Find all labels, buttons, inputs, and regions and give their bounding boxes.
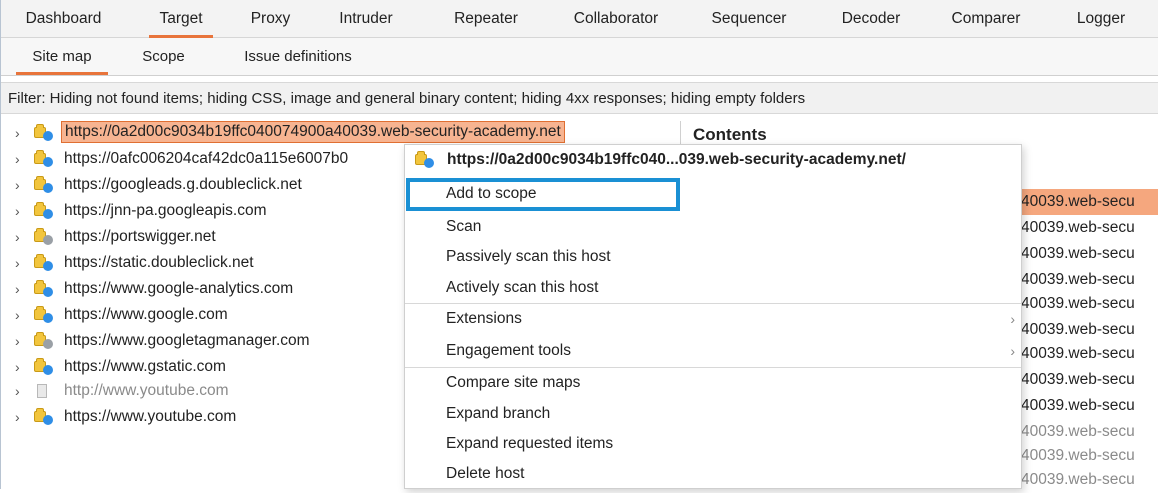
top-tab-bar: Dashboard Target Proxy Intruder Repeater… [1,0,1158,38]
folder-lock-icon [34,408,56,425]
folder-gray-icon [34,228,56,245]
contents-row[interactable]: 40039.web-secu [1021,291,1158,317]
folder-lock-icon [34,150,56,167]
menu-item-label: Expand branch [446,405,551,422]
tab-target[interactable]: Target [141,0,221,38]
chevron-right-icon[interactable]: › [15,174,25,196]
menu-item-delete-host[interactable]: Delete host [405,459,1021,489]
menu-item-compare-site-maps[interactable]: Compare site maps [405,368,1021,398]
menu-item-engagement-tools[interactable]: Engagement tools › [405,336,1021,366]
tab-issue-definitions[interactable]: Issue definitions [223,38,373,75]
contents-row[interactable]: 40039.web-secu [1021,467,1158,493]
tab-comparer[interactable]: Comparer [931,0,1041,38]
folder-lock-icon [34,176,56,193]
filter-bar[interactable]: Filter: Hiding not found items; hiding C… [1,82,1158,114]
folder-lock-icon [34,124,56,141]
tree-item-label: https://www.googletagmanager.com [64,332,310,349]
tree-item-label: https://static.doubleclick.net [64,254,254,271]
tree-item-label: http://www.youtube.com [64,382,229,399]
tab-sequencer[interactable]: Sequencer [694,0,804,38]
contents-row[interactable]: 40039.web-secu [1021,393,1158,419]
tab-dashboard[interactable]: Dashboard [11,0,116,38]
menu-item-expand-requested[interactable]: Expand requested items [405,429,1021,459]
menu-item-label: Engagement tools [446,342,571,359]
folder-lock-icon [34,358,56,375]
tree-item-label: https://portswigger.net [64,228,216,245]
tree-item-label: https://0a2d00c9034b19ffc040074900a40039… [61,121,565,143]
tab-logger[interactable]: Logger [1056,0,1146,38]
tree-item-label: https://www.google-analytics.com [64,280,294,297]
menu-item-label: Scan [446,218,482,235]
sub-tab-bar: Site map Scope Issue definitions [1,38,1158,76]
folder-lock-icon [34,254,56,271]
menu-item-label: Passively scan this host [446,248,611,265]
page-icon [34,383,56,399]
contents-row[interactable]: 40039.web-secu [1021,341,1158,367]
folder-lock-icon [34,306,56,323]
folder-gray-icon [34,332,56,349]
menu-item-label: Expand requested items [446,435,614,452]
contents-row[interactable]: 40039.web-secu [1021,419,1158,445]
chevron-right-icon[interactable]: › [15,122,25,144]
menu-item-label: Compare site maps [446,374,581,391]
tree-item-label: https://0afc006204caf42dc0a115e6007b0 [64,150,349,167]
chevron-right-icon[interactable]: › [15,406,25,428]
chevron-right-icon: › [1010,311,1015,327]
menu-item-label: Extensions [446,310,522,327]
contents-row[interactable]: 40039.web-secu [1021,241,1158,267]
chevron-right-icon[interactable]: › [15,380,25,402]
context-menu: https://0a2d00c9034b19ffc040...039.web-s… [404,144,1022,489]
tab-collaborator[interactable]: Collaborator [556,0,676,38]
menu-item-scan[interactable]: Scan [405,212,1021,242]
chevron-right-icon[interactable]: › [15,330,25,352]
focus-highlight [406,178,680,211]
chevron-right-icon[interactable]: › [15,226,25,248]
tree-item-label: https://www.gstatic.com [64,358,226,375]
contents-row[interactable]: 40039.web-secu [1021,267,1158,293]
menu-item-actively-scan[interactable]: Actively scan this host [405,273,1021,303]
menu-item-label: Delete host [446,465,525,482]
context-menu-header: https://0a2d00c9034b19ffc040...039.web-s… [405,145,1021,175]
contents-row[interactable]: 40039.web-secu [1021,189,1158,215]
tree-item-label: https://www.google.com [64,306,228,323]
tab-repeater[interactable]: Repeater [436,0,536,38]
chevron-right-icon[interactable]: › [15,252,25,274]
chevron-right-icon[interactable]: › [15,278,25,300]
menu-item-label: Actively scan this host [446,279,599,296]
context-menu-host: https://0a2d00c9034b19ffc040...039.web-s… [447,151,906,168]
chevron-right-icon[interactable]: › [15,200,25,222]
chevron-right-icon[interactable]: › [15,148,25,170]
tab-site-map[interactable]: Site map [10,38,114,75]
tab-proxy[interactable]: Proxy [238,0,303,38]
contents-row[interactable]: 40039.web-secu [1021,317,1158,343]
tree-item-label: https://jnn-pa.googleapis.com [64,202,267,219]
contents-row[interactable]: 40039.web-secu [1021,443,1158,469]
contents-row[interactable]: 40039.web-secu [1021,367,1158,393]
menu-item-extensions[interactable]: Extensions › [405,304,1021,334]
menu-item-passively-scan[interactable]: Passively scan this host [405,242,1021,272]
tree-item-label: https://googleads.g.doubleclick.net [64,176,302,193]
tab-intruder[interactable]: Intruder [326,0,406,38]
folder-lock-icon [34,280,56,297]
tab-scope[interactable]: Scope [126,38,201,75]
folder-lock-icon [34,202,56,219]
contents-title: Contents [693,125,767,144]
contents-row[interactable]: 40039.web-secu [1021,215,1158,241]
tree-row[interactable]: › https://0a2d00c9034b19ffc040074900a400… [1,121,691,144]
tab-decoder[interactable]: Decoder [821,0,921,38]
tree-item-label: https://www.youtube.com [64,408,237,425]
chevron-right-icon[interactable]: › [15,304,25,326]
chevron-right-icon: › [1010,343,1015,359]
menu-item-expand-branch[interactable]: Expand branch [405,399,1021,429]
chevron-right-icon[interactable]: › [15,356,25,378]
burp-window: Dashboard Target Proxy Intruder Repeater… [0,0,1158,489]
folder-lock-icon [415,151,437,168]
